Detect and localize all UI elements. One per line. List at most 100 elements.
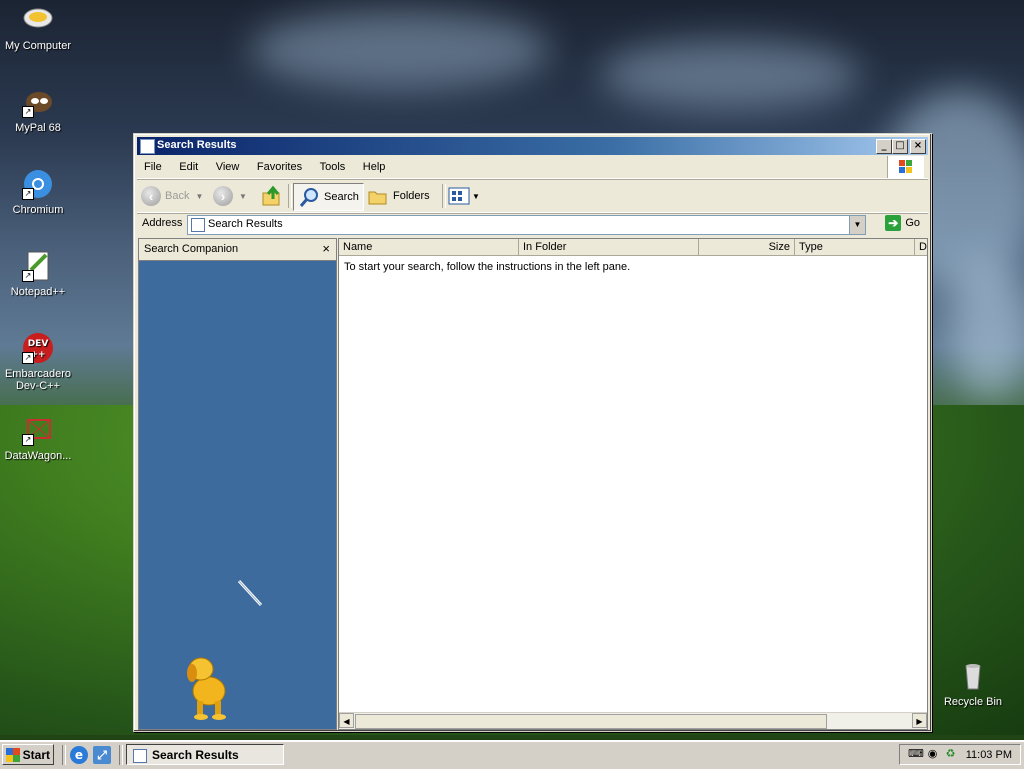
desktop-icon-chromium[interactable]: ↗ Chromium [1,168,75,216]
results-instructions: To start your search, follow the instruc… [344,261,631,273]
back-label: Back [165,190,190,202]
taskbar: Start e ⤢ Search Results ⌨ ◉ ♻ 11:03 PM [0,740,1024,769]
magnifier-animation-icon [237,579,263,607]
horizontal-scrollbar[interactable]: ◀ ▶ [339,712,927,729]
notepadpp-icon: ↗ [22,250,54,282]
menu-file[interactable]: File [137,158,169,173]
minimize-button[interactable]: _ [876,139,892,154]
desktop-icon-recycle-bin[interactable]: Recycle Bin [936,660,1010,708]
window-icon [140,139,155,154]
taskbar-item-label: Search Results [152,748,239,762]
desktop-icon-label: Recycle Bin [943,696,1003,708]
column-header-type[interactable]: Type [795,239,915,255]
up-folder-button[interactable] [261,183,283,209]
column-header-date[interactable]: D [915,239,935,255]
menu-tools[interactable]: Tools [313,158,353,173]
back-button[interactable]: ‹ Back ▼ [141,183,203,209]
chromium-icon: ↗ [22,168,54,200]
desktop-icon-label: Notepad++ [10,286,66,298]
search-companion-pane: Search Companion × [138,238,337,730]
windows-flag-icon [6,748,20,762]
close-button[interactable]: × [910,139,926,154]
menu-edit[interactable]: Edit [172,158,205,173]
taskbar-separator [119,745,123,765]
desktop-icon-label: My Computer [4,40,72,52]
desktop-icon-label: DataWagon... [4,450,72,462]
scroll-right-icon[interactable]: ▶ [912,713,927,728]
recycle-bin-icon [957,660,989,692]
scrollbar-thumb[interactable] [355,714,827,729]
address-bar: Address Search Results ▼ ➔ Go [137,214,928,236]
search-dog-icon[interactable] [179,651,239,721]
mypal-icon: ↗ [22,86,54,118]
go-label: Go [905,217,920,229]
go-button[interactable]: ➔ Go [885,215,920,231]
search-results-window: Search Results _ □ × File Edit View Favo… [133,133,932,732]
menu-help[interactable]: Help [356,158,393,173]
standard-toolbar: ‹ Back ▼ › ▼ Search Folders ▼ [137,180,928,213]
back-arrow-icon: ‹ [141,186,161,206]
title-bar[interactable]: Search Results _ □ × [137,137,928,155]
column-header-name[interactable]: Name [339,239,519,255]
desktop-icon-datawagon[interactable]: ↗ DataWagon... [1,414,75,462]
internet-explorer-icon[interactable]: e [70,746,88,764]
datawagon-icon: ↗ [22,414,54,446]
desktop-icon-label: Embarcadero Dev-C++ [4,368,72,392]
toolbar-separator [442,184,446,208]
taskbar-item-search-results[interactable]: Search Results [126,744,284,765]
devcpp-icon: DEV ++ ↗ [22,332,54,364]
desktop-icon-label: Chromium [12,204,64,216]
show-desktop-icon[interactable]: ⤢ [93,746,111,764]
clock[interactable]: 11:03 PM [966,749,1012,761]
address-value: Search Results [208,218,283,230]
views-button[interactable]: ▼ [448,183,480,209]
desktop-icon-notepadpp[interactable]: ↗ Notepad++ [1,250,75,298]
search-companion-header: Search Companion × [139,239,336,261]
address-field[interactable]: Search Results ▼ [187,215,866,235]
search-companion-title: Search Companion [144,243,239,255]
up-folder-icon [262,185,280,206]
folders-button[interactable]: Folders [367,183,430,209]
menu-favorites[interactable]: Favorites [250,158,309,173]
folders-icon [368,191,387,205]
scroll-left-icon[interactable]: ◀ [339,713,354,728]
column-header-in-folder[interactable]: In Folder [519,239,699,255]
desktop-icon-mypal[interactable]: ↗ MyPal 68 [1,86,75,134]
search-label: Search [324,191,359,203]
column-header-size[interactable]: Size [699,239,795,255]
views-icon [448,187,470,205]
maximize-button[interactable]: □ [892,139,908,154]
close-search-companion-icon[interactable]: × [322,241,330,256]
svg-text:DEV: DEV [28,339,49,349]
forward-arrow-icon: › [213,186,233,206]
search-results-page-icon [191,218,205,232]
results-column-headers: Name In Folder Size Type D [339,239,927,256]
search-icon [299,188,318,207]
desktop-icon-label: MyPal 68 [15,122,61,134]
menu-view[interactable]: View [209,158,247,173]
window-title: Search Results [157,139,237,151]
system-tray: ⌨ ◉ ♻ 11:03 PM [899,744,1021,765]
network-icon[interactable]: ♻ [944,748,957,761]
keyboard-icon[interactable]: ⌨ [908,748,924,761]
folders-label: Folders [393,190,430,202]
search-button[interactable]: Search [293,183,364,211]
search-results-task-icon [133,749,147,763]
start-button[interactable]: Start [2,744,54,765]
back-dropdown-icon[interactable]: ▼ [195,192,203,201]
desktop-icon-my-computer[interactable]: My Computer [1,4,75,52]
views-dropdown-icon: ▼ [472,191,480,201]
taskbar-separator [62,745,66,765]
results-pane: Name In Folder Size Type D To start your… [338,238,928,730]
toolbar-separator [288,184,292,208]
go-arrow-icon: ➔ [885,215,902,231]
forward-dropdown-icon[interactable]: ▼ [239,192,247,201]
my-computer-icon [22,4,54,36]
windows-logo-icon [887,156,924,178]
forward-button[interactable]: › ▼ [213,183,247,209]
security-icon[interactable]: ◉ [926,748,939,761]
menu-bar: File Edit View Favorites Tools Help [137,156,928,179]
desktop-icon-devcpp[interactable]: DEV ++ ↗ Embarcadero Dev-C++ [1,332,75,392]
start-label: Start [22,748,50,762]
address-dropdown-icon[interactable]: ▼ [849,216,865,234]
